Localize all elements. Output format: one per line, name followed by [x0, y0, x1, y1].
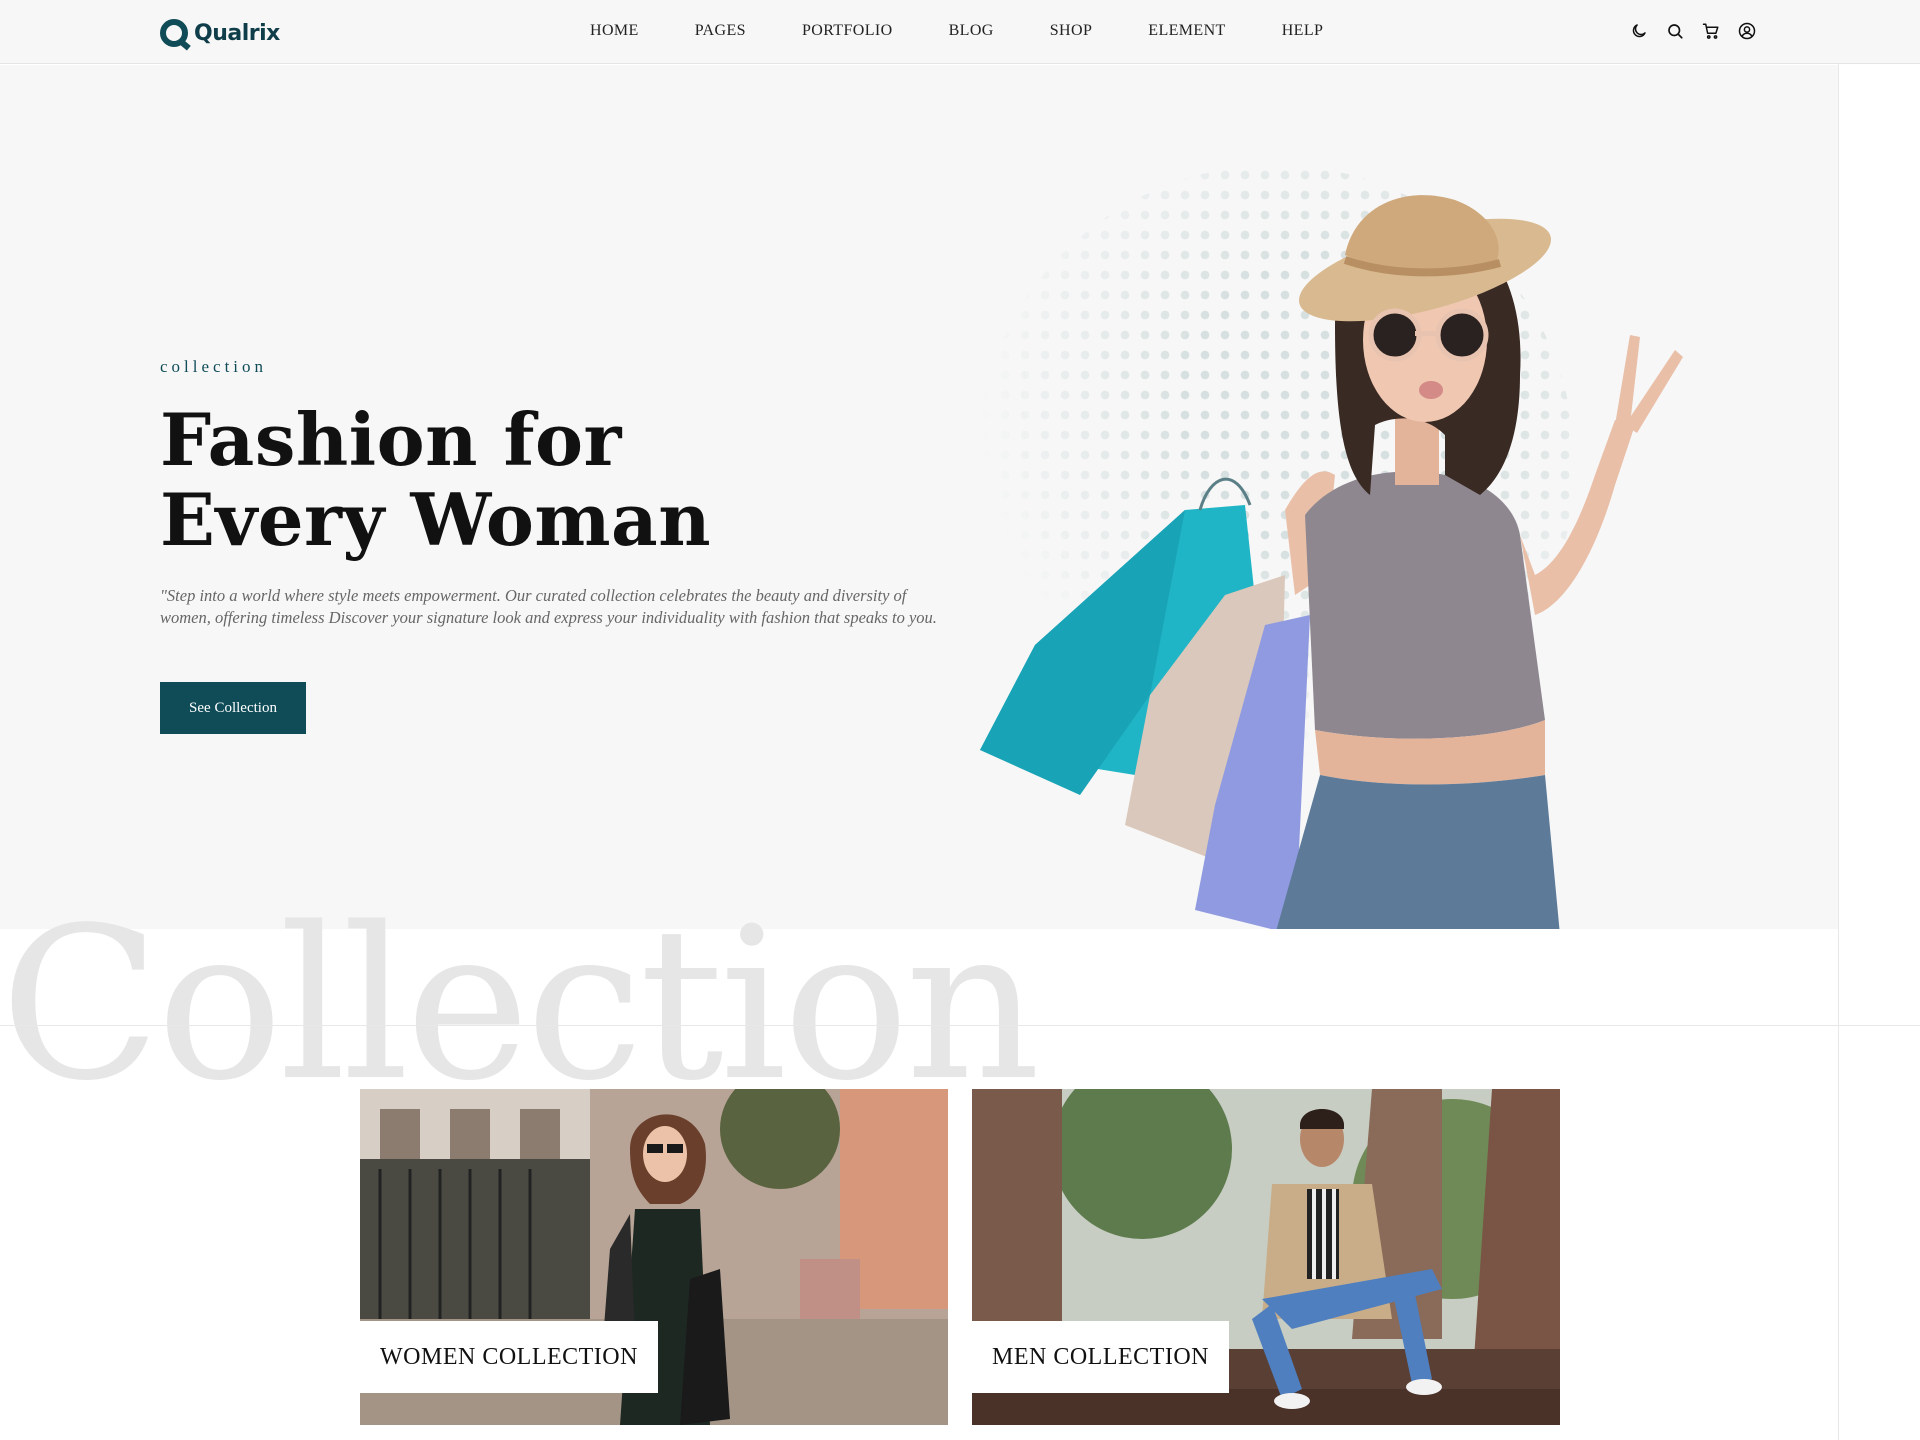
women-collection-card[interactable]: WOMEN COLLECTION	[360, 1089, 948, 1425]
nav-home[interactable]: HOME	[590, 22, 639, 40]
nav-portfolio[interactable]: PORTFOLIO	[802, 22, 893, 40]
hero-section: collection Fashion for Every Woman "Step…	[0, 65, 1838, 929]
site-header: Qualrix HOME PAGES PORTFOLIO BLOG SHOP E…	[0, 0, 1920, 64]
nav-help[interactable]: HELP	[1282, 22, 1324, 40]
hero-description: "Step into a world where style meets emp…	[160, 586, 937, 627]
logo[interactable]: Qualrix	[160, 16, 280, 50]
collection-background-word: Collection	[0, 882, 1041, 1127]
men-collection-card[interactable]: MEN COLLECTION	[972, 1089, 1560, 1425]
header-icons	[1630, 22, 1756, 40]
see-collection-button[interactable]: See Collection	[160, 682, 306, 734]
hero-title: Fashion for Every Woman	[160, 397, 712, 562]
user-icon[interactable]	[1738, 22, 1756, 40]
guide-line-vertical	[1838, 0, 1839, 1440]
search-icon[interactable]	[1666, 22, 1684, 40]
page: Qualrix HOME PAGES PORTFOLIO BLOG SHOP E…	[0, 0, 1920, 1440]
guide-line-horizontal	[0, 1025, 1920, 1026]
logo-text: Qualrix	[194, 20, 280, 46]
moon-icon[interactable]	[1630, 22, 1648, 40]
cart-icon[interactable]	[1702, 22, 1720, 40]
nav-shop[interactable]: SHOP	[1050, 22, 1093, 40]
nav-element[interactable]: ELEMENT	[1148, 22, 1225, 40]
men-collection-label: MEN COLLECTION	[972, 1321, 1229, 1393]
main-nav: HOME PAGES PORTFOLIO BLOG SHOP ELEMENT H…	[590, 22, 1323, 40]
hero-eyebrow: collection	[160, 357, 268, 376]
women-collection-label: WOMEN COLLECTION	[360, 1321, 658, 1393]
nav-blog[interactable]: BLOG	[949, 22, 994, 40]
hero-model-image	[980, 195, 1683, 929]
logo-mark-icon	[160, 19, 188, 47]
nav-pages[interactable]: PAGES	[695, 22, 746, 40]
